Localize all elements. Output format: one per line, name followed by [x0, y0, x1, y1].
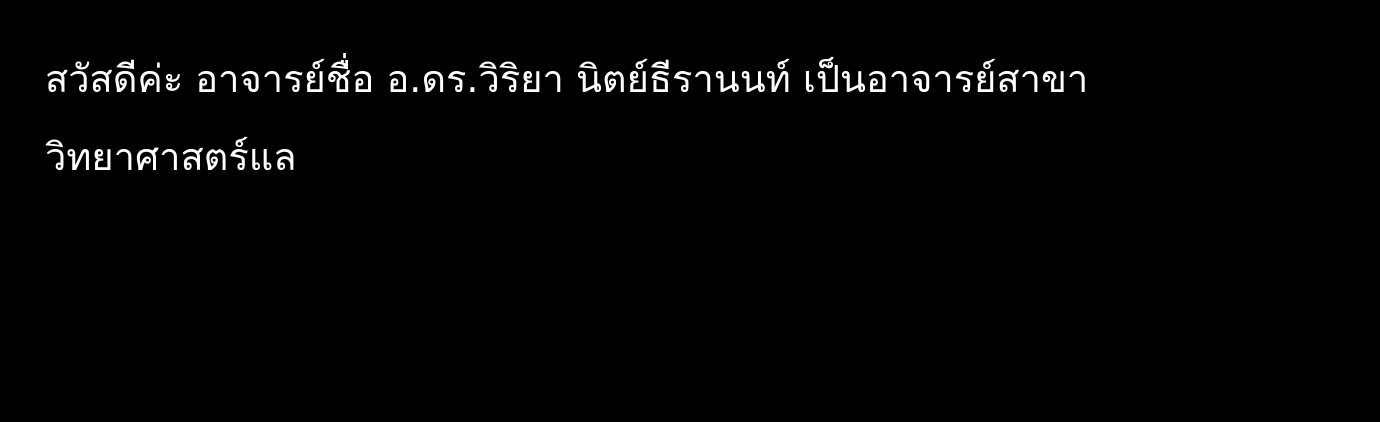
caption-line-2: วิทยาศาสตร์แล [45, 135, 297, 179]
subtitle-caption: สวัสดีค่ะ อาจารย์ชื่อ อ.ดร.วิริยา นิตย์ธ… [45, 40, 1345, 196]
caption-line-1: สวัสดีค่ะ อาจารย์ชื่อ อ.ดร.วิริยา นิตย์ธ… [45, 57, 1089, 101]
